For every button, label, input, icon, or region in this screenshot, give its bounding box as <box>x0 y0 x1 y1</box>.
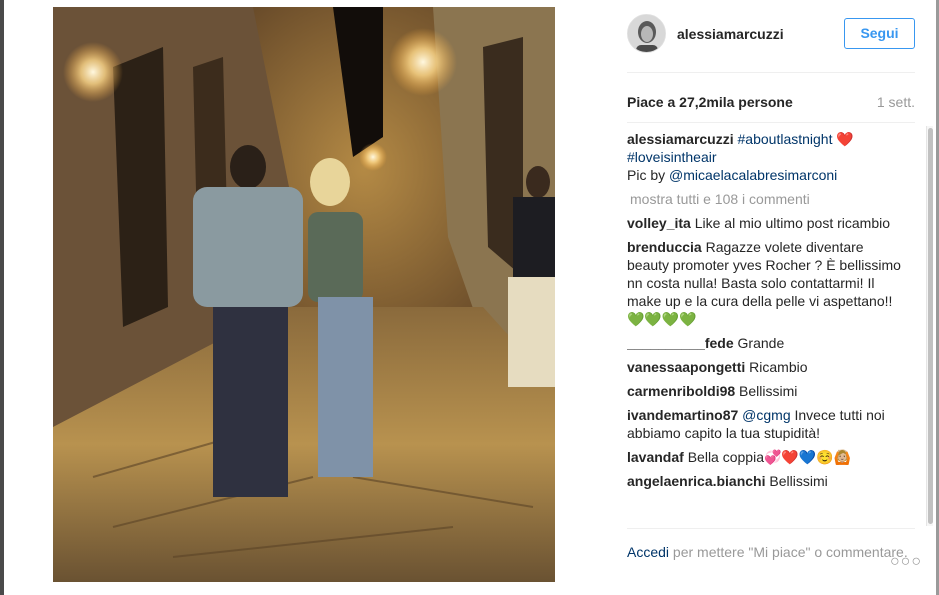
list-item: lavandaf Bella coppia💞❤️💙☺️🙆🏼 <box>627 448 907 466</box>
comment-text: Bellissimi <box>769 473 828 489</box>
night-street-photo <box>53 7 555 582</box>
post-photo[interactable] <box>53 7 555 582</box>
footer-divider <box>627 528 915 529</box>
post-time[interactable]: 1 sett. <box>877 94 915 110</box>
hashtag[interactable]: #aboutlastnight <box>738 131 833 147</box>
comments-list: alessiamarcuzzi #aboutlastnight ❤️ #love… <box>627 130 907 527</box>
list-item: ivandemartino87 @cgmg Invece tutti noi a… <box>627 406 907 442</box>
comment-username[interactable]: vanessaapongetti <box>627 359 745 375</box>
ellipsis-icon[interactable]: ○○○ <box>890 553 922 571</box>
caption-username[interactable]: alessiamarcuzzi <box>627 131 734 147</box>
comment-text: Ricambio <box>749 359 808 375</box>
list-item: carmenriboldi98 Bellissimi <box>627 382 907 400</box>
post-header: alessiamarcuzzi Segui <box>627 14 915 54</box>
caption: alessiamarcuzzi #aboutlastnight ❤️ #love… <box>627 130 907 184</box>
login-prompt: Accedi per mettere "Mi piace" o commenta… <box>627 543 915 562</box>
likes-count[interactable]: Piace a 27,2mila persone <box>627 94 793 110</box>
comment-username[interactable]: lavandaf <box>627 449 684 465</box>
post-side-panel: alessiamarcuzzi Segui Piace a 27,2mila p… <box>627 0 933 595</box>
comment-mention[interactable]: @cgmg <box>742 407 790 423</box>
comment-username[interactable]: __________fede <box>627 335 734 351</box>
header-divider <box>627 72 915 73</box>
caption-mention[interactable]: @micaelacalabresimarconi <box>669 167 837 183</box>
likes-divider <box>627 122 915 123</box>
hashtag[interactable]: #loveisintheair <box>627 149 717 165</box>
heart-emoji: ❤️ <box>836 131 854 147</box>
show-all-comments-link[interactable]: mostra tutti e 108 i commenti <box>627 190 907 208</box>
header-username[interactable]: alessiamarcuzzi <box>677 26 784 42</box>
comment-text: Bella coppia💞❤️💙☺️🙆🏼 <box>687 449 852 465</box>
comment-username[interactable]: angelaenrica.bianchi <box>627 473 766 489</box>
list-item: brenduccia Ragazze volete diventare beau… <box>627 238 907 328</box>
list-item: vanessaapongetti Ricambio <box>627 358 907 376</box>
list-item: angelaenrica.bianchi Bellissimi <box>627 472 907 490</box>
comment-username[interactable]: brenduccia <box>627 239 702 255</box>
scrollbar-thumb[interactable] <box>928 128 933 524</box>
comment-text: Bellissimi <box>739 383 798 399</box>
comment-username[interactable]: carmenriboldi98 <box>627 383 735 399</box>
login-link[interactable]: Accedi <box>627 544 669 560</box>
login-prompt-text: per mettere "Mi piace" o commentare. <box>672 544 908 560</box>
avatar[interactable] <box>627 14 666 53</box>
comments-scrollbar[interactable] <box>926 126 933 526</box>
list-item: volley_ita Like al mio ultimo post ricam… <box>627 214 907 232</box>
comment-username[interactable]: volley_ita <box>627 215 691 231</box>
caption-text: Pic by <box>627 167 666 183</box>
window-left-edge <box>0 0 4 595</box>
follow-button[interactable]: Segui <box>844 18 915 49</box>
comment-text: Like al mio ultimo post ricambio <box>694 215 891 231</box>
list-item: __________fede Grande <box>627 334 907 352</box>
comment-username[interactable]: ivandemartino87 <box>627 407 738 423</box>
comment-text: Grande <box>737 335 785 351</box>
